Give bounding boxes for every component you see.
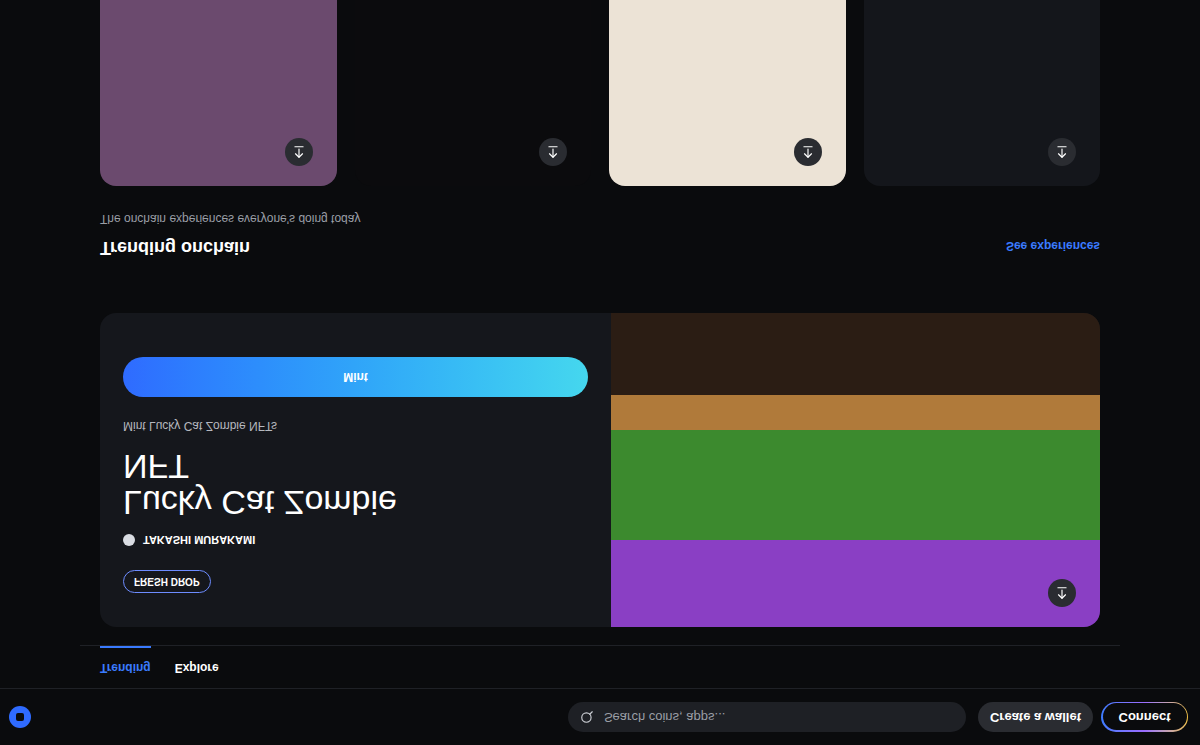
header-bar: Search coins, apps... Create a wallet Conn… bbox=[0, 688, 1200, 745]
tab[interactable]: Trending bbox=[100, 646, 151, 689]
author-avatar-icon bbox=[123, 534, 135, 546]
download-icon bbox=[1055, 145, 1069, 159]
download-button[interactable] bbox=[1048, 579, 1076, 607]
search-field[interactable]: Search coins, apps... bbox=[568, 702, 966, 732]
featured-description: Mint Lucky Cat Zombie NFTs bbox=[123, 418, 588, 436]
section-subtitle: The onchain experiences everyone's doing… bbox=[100, 210, 360, 228]
section-title: Trending onchain bbox=[100, 234, 360, 261]
featured-image bbox=[611, 313, 1100, 627]
fresh-drop-badge: FRESH DROP bbox=[123, 570, 211, 593]
experience-card[interactable] bbox=[864, 0, 1101, 186]
see-experiences-link[interactable]: See experiences bbox=[1006, 237, 1100, 255]
download-icon bbox=[292, 145, 306, 159]
download-button[interactable] bbox=[794, 138, 822, 166]
download-button[interactable] bbox=[539, 138, 567, 166]
featured-title: Lucky Cat Zombie NFT bbox=[123, 450, 423, 522]
page: Search coins, apps... Create a wallet Conn… bbox=[0, 0, 1200, 745]
author: TAKASHI MURAKAMI bbox=[123, 532, 588, 549]
mint-button[interactable]: Mint bbox=[123, 358, 588, 398]
download-icon bbox=[546, 145, 560, 159]
section-header: Trending onchain The onchain experiences … bbox=[100, 210, 1100, 261]
experience-card[interactable] bbox=[609, 0, 846, 186]
tab[interactable]: Explore bbox=[175, 646, 219, 689]
experience-card[interactable] bbox=[355, 0, 592, 186]
download-icon bbox=[801, 145, 815, 159]
download-button[interactable] bbox=[1048, 138, 1076, 166]
download-button[interactable] bbox=[285, 138, 313, 166]
flipped-view: Search coins, apps... Create a wallet Conn… bbox=[0, 0, 1200, 745]
download-icon bbox=[1055, 586, 1069, 600]
tab-bar: Trending Explore bbox=[80, 645, 1120, 688]
featured-info: FRESH DROP TAKASHI MURAKAMI Lucky Cat Zomb… bbox=[100, 313, 611, 627]
experience-card[interactable] bbox=[100, 0, 337, 186]
featured-card: FRESH DROP TAKASHI MURAKAMI Lucky Cat Zomb… bbox=[100, 313, 1100, 627]
connect-button[interactable]: Connect bbox=[1101, 702, 1188, 732]
card-row bbox=[100, 0, 1100, 186]
search-icon bbox=[580, 710, 594, 724]
create-wallet-button[interactable]: Create a wallet bbox=[978, 702, 1093, 732]
logo-icon[interactable] bbox=[9, 706, 31, 728]
